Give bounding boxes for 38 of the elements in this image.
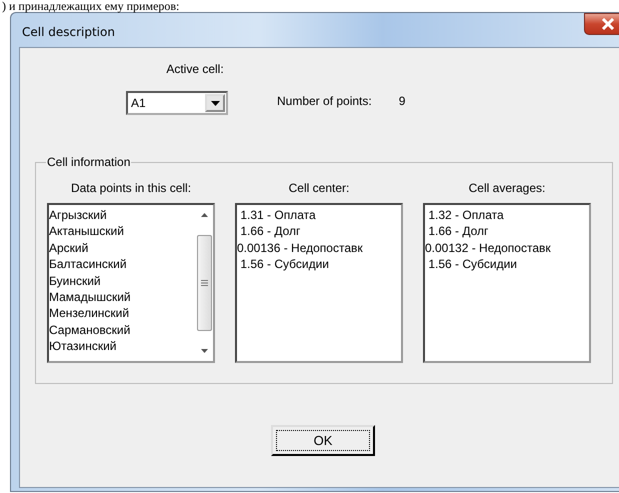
list-item[interactable]: Арский xyxy=(49,240,196,256)
list-heading: Cell averages: xyxy=(468,181,546,195)
list-box[interactable]: 1.31 - Оплата 1.66 - Долг 0.00136 - Недопоставк 1.56 - Субсидии xyxy=(235,203,403,363)
list-item[interactable]: Мамадышский xyxy=(49,288,196,306)
field-label: Active cell: xyxy=(166,62,224,76)
list-item[interactable]: 1.32 - Оплата xyxy=(425,207,589,224)
grip-icon xyxy=(201,280,208,286)
list-item[interactable]: 1.66 - Долг xyxy=(237,223,401,240)
list-item[interactable]: 0.00132 - Недопоставк xyxy=(425,240,589,256)
dropdown-field[interactable]: A1 xyxy=(126,91,228,115)
list-heading: Data points in this cell: xyxy=(70,181,192,195)
list-item[interactable]: 1.31 - Оплата xyxy=(237,207,401,224)
list-item[interactable]: Ютазинский xyxy=(49,338,196,355)
group-title: Cell information xyxy=(46,155,132,169)
window-title: Cell description xyxy=(22,24,115,39)
list-box[interactable]: Агрызский Актанышский Арский Балтасинский Буинский Мамадышский Мензелинский Сармановский Ютазинский xyxy=(47,203,215,363)
dropdown-arrow-icon xyxy=(210,100,220,106)
list-item[interactable]: 0.00136 - Недопоставк xyxy=(237,240,401,256)
document-text: ) и принадлежащих ему примеров: xyxy=(2,0,180,12)
list-item[interactable]: Актанышский xyxy=(49,223,196,240)
list-item[interactable]: Мензелинский xyxy=(49,305,196,322)
list-item[interactable]: Сармановский xyxy=(49,322,196,338)
list-item[interactable]: 1.56 - Субсидии xyxy=(237,256,401,273)
field-label: Number of points: xyxy=(277,94,372,110)
ok-button[interactable]: OK xyxy=(271,425,375,456)
points-count: 9 xyxy=(398,94,406,110)
scroll-thumb[interactable] xyxy=(197,235,212,331)
list-item[interactable]: 1.66 - Долг xyxy=(425,223,589,240)
scroll-up-icon[interactable] xyxy=(201,213,208,217)
list-heading: Cell center: xyxy=(288,181,350,195)
list-box[interactable]: 1.32 - Оплата 1.66 - Долг 0.00132 - Недопоставк 1.56 - Субсидии xyxy=(423,203,591,363)
close-button[interactable] xyxy=(584,13,619,35)
scroll-down-icon[interactable] xyxy=(201,349,208,353)
list-item[interactable]: Агрызский xyxy=(49,207,196,224)
list-item[interactable]: Балтасинский xyxy=(49,256,196,273)
list-item[interactable]: 1.56 - Субсидии xyxy=(425,256,589,273)
list-item[interactable]: Буинский xyxy=(49,272,196,289)
close-icon xyxy=(600,18,614,30)
